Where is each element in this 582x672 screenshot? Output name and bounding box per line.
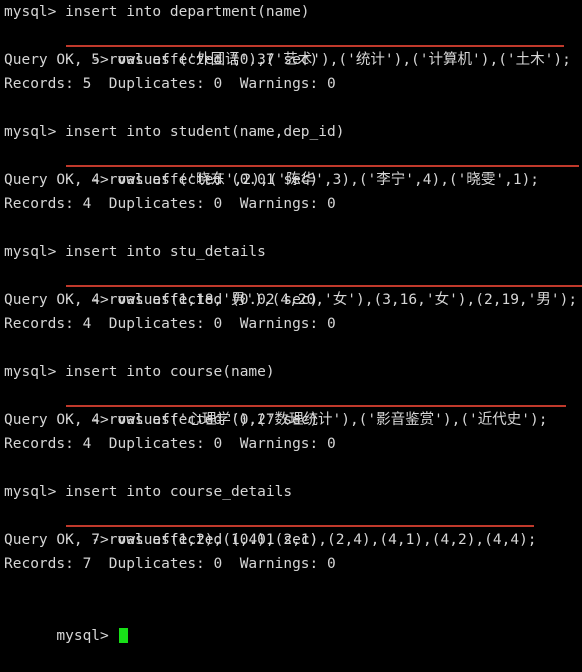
active-prompt-line[interactable]: mysql> <box>4 600 582 644</box>
query-result-line: Query OK, 4 rows affected (0.27 sec) <box>4 412 319 428</box>
records-line: Records: 4 Duplicates: 0 Warnings: 0 <box>4 316 336 332</box>
command-line: mysql> insert into department(name) <box>4 4 310 20</box>
command-line: mysql> insert into stu_details <box>4 244 266 260</box>
terminal-window[interactable]: mysql> insert into department(name) -> v… <box>0 0 582 644</box>
query-result-line: Query OK, 7 rows affected (0.01 sec) <box>4 532 319 548</box>
records-line: Records: 7 Duplicates: 0 Warnings: 0 <box>4 556 336 572</box>
command-line: mysql> insert into course(name) <box>4 364 275 380</box>
records-line: Records: 4 Duplicates: 0 Warnings: 0 <box>4 196 336 212</box>
prompt-label: mysql> <box>56 628 118 644</box>
command-line: mysql> insert into course_details <box>4 484 293 500</box>
terminal-screen[interactable]: mysql> insert into department(name) -> v… <box>4 0 582 644</box>
block-cursor-icon <box>118 628 128 643</box>
red-underline-annotation <box>66 285 582 287</box>
query-result-line: Query OK, 4 rows affected (0.01 sec) <box>4 172 319 188</box>
red-underline-annotation <box>66 45 564 47</box>
red-underline-annotation <box>66 525 534 527</box>
query-result-line: Query OK, 4 rows affected (0.02 sec) <box>4 292 319 308</box>
query-result-line: Query OK, 5 rows affected (0.37 sec) <box>4 52 319 68</box>
command-line: mysql> insert into student(name,dep_id) <box>4 124 345 140</box>
records-line: Records: 4 Duplicates: 0 Warnings: 0 <box>4 436 336 452</box>
continuation-line: -> values(1,18,'男'),(4,20,'女'),(3,16,'女'… <box>4 264 582 308</box>
continuation-line: -> values ('晓东',2),('陈华',3),('李宁',4),('晓… <box>4 144 582 188</box>
continuation-line: -> values('心理学'),('数理统计'),('影音鉴赏'),('近代史… <box>4 384 582 428</box>
records-line: Records: 5 Duplicates: 0 Warnings: 0 <box>4 76 336 92</box>
continuation-line: -> values ('外国语'),('艺术'),('统计'),('计算机'),… <box>4 24 582 68</box>
continuation-line: -> values(1,2),(1,4),(2,1),(2,4),(4,1),(… <box>4 504 582 548</box>
red-underline-annotation <box>66 165 579 167</box>
red-underline-annotation <box>66 405 566 407</box>
